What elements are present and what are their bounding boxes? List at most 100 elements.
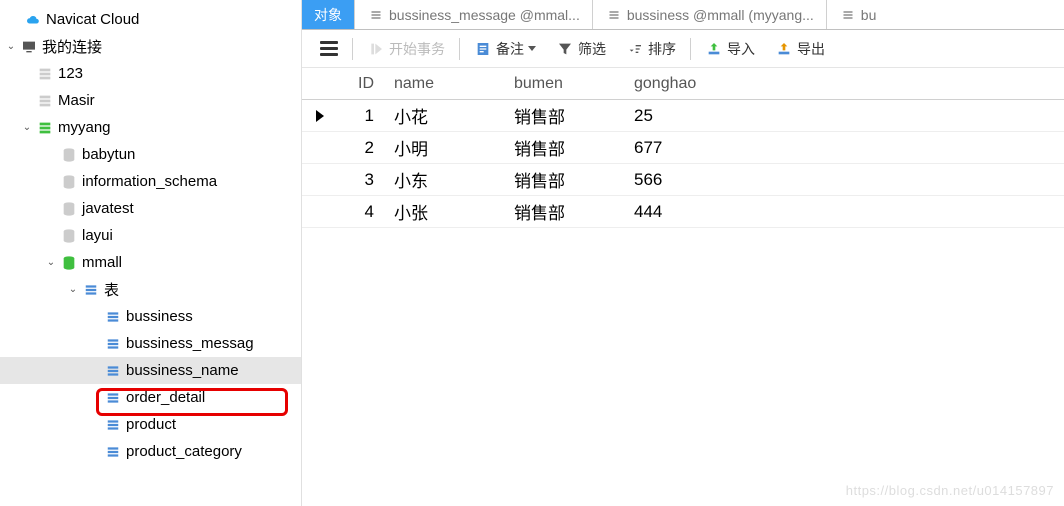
- expander-icon[interactable]: ⌄: [4, 40, 18, 54]
- cloud-icon: [24, 11, 42, 29]
- table-item-product[interactable]: product: [0, 411, 301, 438]
- table-label: bussiness: [126, 308, 193, 325]
- sidebar: Navicat Cloud ⌄ 我的连接 123 Masir ⌄ myyang …: [0, 0, 302, 506]
- table-icon: [104, 308, 122, 326]
- table-item-order-detail[interactable]: order_detail: [0, 384, 301, 411]
- connection-icon: [36, 92, 54, 110]
- expander-icon[interactable]: [8, 13, 22, 27]
- connection-icon: [36, 119, 54, 137]
- cell-bumen[interactable]: 销售部: [506, 199, 626, 224]
- cell-bumen[interactable]: 销售部: [506, 167, 626, 192]
- cell-name[interactable]: 小张: [386, 199, 506, 224]
- connection-icon: [36, 65, 54, 83]
- sort-button[interactable]: 排序: [616, 30, 686, 67]
- tab-label: 对象: [314, 5, 342, 25]
- db-item-mmall[interactable]: ⌄ mmall: [0, 249, 301, 276]
- table-row[interactable]: 4 小张 销售部 444: [302, 196, 1064, 228]
- cell-gonghao[interactable]: 677: [626, 138, 766, 158]
- table-item-bussiness-name[interactable]: bussiness_name: [0, 357, 301, 384]
- cell-id[interactable]: 3: [326, 170, 386, 190]
- database-icon: [60, 146, 78, 164]
- tab-bussiness[interactable]: bussiness @mmall (myyang...: [593, 0, 827, 29]
- menu-button[interactable]: [320, 41, 338, 56]
- table-icon: [104, 362, 122, 380]
- conn-label: 123: [58, 65, 83, 82]
- column-header-id[interactable]: ID: [326, 75, 386, 93]
- tab-bussiness-message[interactable]: bussiness_message @mmal...: [355, 0, 593, 29]
- table-icon: [104, 335, 122, 353]
- funnel-icon: [556, 40, 574, 58]
- toolbar: 开始事务 备注 筛选 排序 导入 导出: [302, 30, 1064, 68]
- export-button[interactable]: 导出: [765, 30, 835, 67]
- tab-object[interactable]: 对象: [302, 0, 355, 29]
- filter-button[interactable]: 筛选: [546, 30, 616, 67]
- expander-icon[interactable]: ⌄: [20, 121, 34, 135]
- table-item-bussiness-messag[interactable]: bussiness_messag: [0, 330, 301, 357]
- current-row-marker-icon: [302, 110, 326, 122]
- table-label: bussiness_name: [126, 362, 239, 379]
- navicat-cloud-label: Navicat Cloud: [46, 11, 139, 28]
- table-icon: [839, 6, 857, 24]
- begin-transaction-button[interactable]: 开始事务: [357, 30, 455, 67]
- navicat-cloud-item[interactable]: Navicat Cloud: [0, 6, 301, 33]
- export-icon: [775, 40, 793, 58]
- separator-icon: [352, 38, 353, 60]
- expander-icon[interactable]: ⌄: [44, 256, 58, 270]
- cell-bumen[interactable]: 销售部: [506, 135, 626, 160]
- table-icon: [82, 281, 100, 299]
- tab-overflow[interactable]: bu: [827, 0, 889, 29]
- conn-item-123[interactable]: 123: [0, 60, 301, 87]
- db-label: information_schema: [82, 173, 217, 190]
- cell-name[interactable]: 小东: [386, 167, 506, 192]
- tab-label: bu: [861, 7, 877, 23]
- cell-name[interactable]: 小花: [386, 103, 506, 128]
- conn-item-masir[interactable]: Masir: [0, 87, 301, 114]
- tables-folder-item[interactable]: ⌄ 表: [0, 276, 301, 303]
- import-button[interactable]: 导入: [695, 30, 765, 67]
- cell-id[interactable]: 2: [326, 138, 386, 158]
- table-icon: [605, 6, 623, 24]
- table-label: product: [126, 416, 176, 433]
- chevron-down-icon: [528, 46, 536, 51]
- toolbar-label: 备注: [496, 39, 524, 59]
- cell-gonghao[interactable]: 25: [626, 106, 766, 126]
- cell-gonghao[interactable]: 566: [626, 170, 766, 190]
- table-row[interactable]: 2 小明 销售部 677: [302, 132, 1064, 164]
- toolbar-label: 导出: [797, 39, 825, 59]
- table-row[interactable]: 1 小花 销售部 25: [302, 100, 1064, 132]
- my-connections-item[interactable]: ⌄ 我的连接: [0, 33, 301, 60]
- db-item-javatest[interactable]: javatest: [0, 195, 301, 222]
- separator-icon: [690, 38, 691, 60]
- table-item-product-category[interactable]: product_category: [0, 438, 301, 465]
- column-header-name[interactable]: name: [386, 75, 506, 93]
- main-panel: 对象 bussiness_message @mmal... bussiness …: [302, 0, 1064, 506]
- tab-label: bussiness_message @mmal...: [389, 7, 580, 23]
- my-connections-label: 我的连接: [42, 36, 102, 57]
- table-icon: [104, 443, 122, 461]
- monitor-icon: [20, 38, 38, 56]
- table-icon: [104, 416, 122, 434]
- memo-button[interactable]: 备注: [464, 30, 546, 67]
- db-item-information-schema[interactable]: information_schema: [0, 168, 301, 195]
- play-icon: [367, 40, 385, 58]
- cell-id[interactable]: 4: [326, 202, 386, 222]
- cell-id[interactable]: 1: [326, 106, 386, 126]
- cell-name[interactable]: 小明: [386, 135, 506, 160]
- cell-bumen[interactable]: 销售部: [506, 103, 626, 128]
- table-label: order_detail: [126, 389, 205, 406]
- column-header-bumen[interactable]: bumen: [506, 75, 626, 93]
- grid-header-row: ID name bumen gonghao: [302, 68, 1064, 100]
- table-item-bussiness[interactable]: bussiness: [0, 303, 301, 330]
- conn-label: Masir: [58, 92, 95, 109]
- table-icon: [104, 389, 122, 407]
- conn-item-myyang[interactable]: ⌄ myyang: [0, 114, 301, 141]
- table-row[interactable]: 3 小东 销售部 566: [302, 164, 1064, 196]
- expander-icon[interactable]: ⌄: [66, 283, 80, 297]
- toolbar-label: 筛选: [578, 39, 606, 59]
- cell-gonghao[interactable]: 444: [626, 202, 766, 222]
- tab-bar: 对象 bussiness_message @mmal... bussiness …: [302, 0, 1064, 30]
- table-label: bussiness_messag: [126, 335, 254, 352]
- db-item-layui[interactable]: layui: [0, 222, 301, 249]
- db-item-babytun[interactable]: babytun: [0, 141, 301, 168]
- column-header-gonghao[interactable]: gonghao: [626, 75, 766, 93]
